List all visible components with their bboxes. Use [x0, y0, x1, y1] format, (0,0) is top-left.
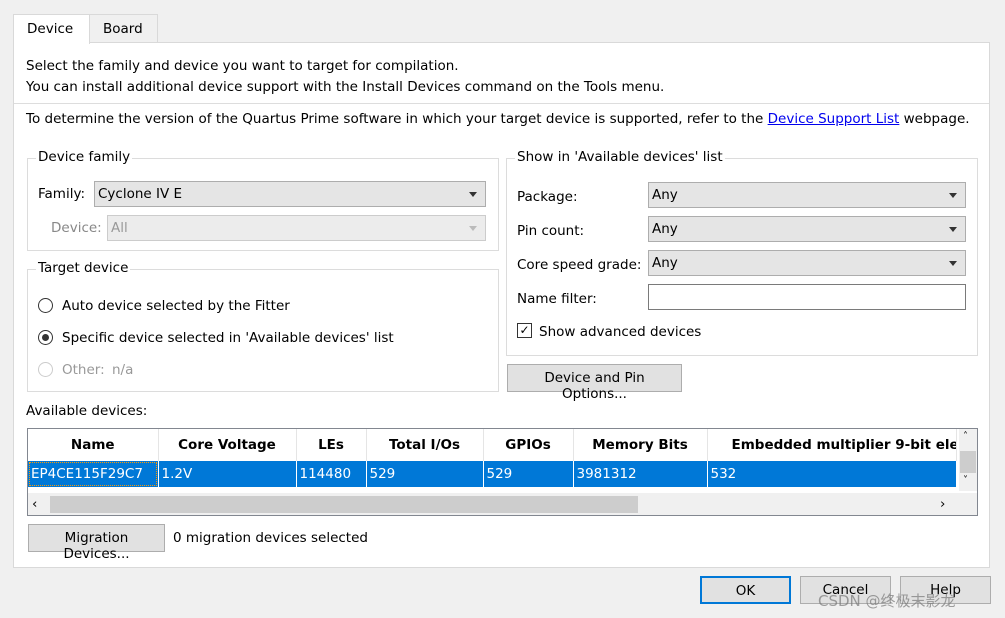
- device-pin-options-button[interactable]: Device and Pin Options...: [507, 364, 682, 402]
- intro-line-1: Select the family and device you want to…: [26, 58, 459, 74]
- table-row[interactable]: EP4CE115F29C7 1.2V 114480 529 529 398131…: [28, 461, 957, 487]
- speed-grade-select[interactable]: Any: [648, 250, 966, 276]
- intro-text: To determine the version of the Quartus …: [26, 111, 768, 127]
- checkbox-label: Show advanced devices: [539, 324, 702, 340]
- chevron-down-icon: [469, 226, 477, 231]
- tab-board[interactable]: Board: [89, 14, 158, 43]
- vertical-scrollbar[interactable]: ˄ ˅: [959, 429, 977, 491]
- radio-label: Specific device selected in 'Available d…: [62, 330, 394, 346]
- device-select[interactable]: All: [107, 215, 486, 241]
- device-panel: Select the family and device you want to…: [13, 42, 990, 568]
- device-support-list-link[interactable]: Device Support List: [768, 111, 900, 127]
- tab-label: Device: [27, 21, 74, 37]
- show-list-group: Show in 'Available devices' list Package…: [506, 149, 978, 356]
- watermark: CSDN @终极末影龙: [818, 592, 956, 610]
- intro-line-2: You can install additional device suppor…: [26, 79, 665, 95]
- column-header-embedded-multiplier[interactable]: Embedded multiplier 9-bit eleme: [707, 429, 957, 461]
- tab-device[interactable]: Device: [13, 14, 90, 44]
- name-filter-input[interactable]: [648, 284, 966, 310]
- divider: [14, 103, 989, 104]
- family-value: Cyclone IV E: [98, 186, 183, 202]
- horizontal-scroll-thumb[interactable]: [50, 496, 638, 513]
- radio-other[interactable]: [38, 362, 53, 377]
- cell-gpios: 529: [483, 461, 574, 487]
- chevron-down-icon: [949, 261, 957, 266]
- package-label: Package:: [517, 189, 578, 205]
- scroll-down-icon[interactable]: ˅: [963, 475, 968, 486]
- cell-embedded-multiplier: 532: [707, 461, 957, 487]
- ok-button[interactable]: OK: [700, 576, 791, 604]
- intro-line-3: To determine the version of the Quartus …: [26, 111, 970, 127]
- group-title: Show in 'Available devices' list: [515, 149, 725, 165]
- cell-name: EP4CE115F29C7: [28, 461, 159, 487]
- radio-specific-device[interactable]: [38, 330, 53, 345]
- tab-label: Board: [103, 21, 143, 37]
- family-label: Family:: [38, 186, 86, 202]
- scroll-up-icon[interactable]: ˄: [963, 431, 968, 442]
- cell-les: 114480: [296, 461, 367, 487]
- family-select[interactable]: Cyclone IV E: [94, 181, 486, 207]
- column-header-total-ios[interactable]: Total I/Os: [366, 429, 484, 461]
- column-header-core-voltage[interactable]: Core Voltage: [158, 429, 297, 461]
- vertical-scroll-thumb[interactable]: [960, 451, 976, 473]
- column-header-name[interactable]: Name: [28, 429, 159, 461]
- package-select[interactable]: Any: [648, 182, 966, 208]
- column-header-memory-bits[interactable]: Memory Bits: [573, 429, 708, 461]
- scroll-right-icon[interactable]: ›: [940, 496, 945, 512]
- device-value: All: [111, 220, 128, 236]
- scroll-left-icon[interactable]: ‹: [32, 496, 37, 512]
- chevron-down-icon: [949, 193, 957, 198]
- show-advanced-checkbox[interactable]: ✓: [517, 323, 532, 338]
- column-header-les[interactable]: LEs: [296, 429, 367, 461]
- pin-count-select[interactable]: Any: [648, 216, 966, 242]
- name-filter-label: Name filter:: [517, 291, 597, 307]
- migration-status: 0 migration devices selected: [173, 530, 368, 546]
- device-label: Device:: [51, 220, 102, 236]
- speed-grade-label: Core speed grade:: [517, 257, 642, 273]
- radio-label: Other:: [62, 362, 105, 378]
- column-header-gpios[interactable]: GPIOs: [483, 429, 574, 461]
- group-title: Target device: [36, 260, 131, 276]
- pin-count-label: Pin count:: [517, 223, 585, 239]
- available-devices-label: Available devices:: [26, 403, 148, 419]
- horizontal-scrollbar[interactable]: ‹ ›: [28, 493, 977, 515]
- chevron-down-icon: [949, 227, 957, 232]
- pin-count-value: Any: [652, 221, 678, 237]
- migration-devices-button[interactable]: Migration Devices...: [28, 524, 165, 562]
- target-device-group: Target device Auto device selected by th…: [27, 260, 499, 392]
- intro-text: webpage.: [899, 111, 970, 127]
- chevron-down-icon: [469, 192, 477, 197]
- speed-grade-value: Any: [652, 255, 678, 271]
- group-title: Device family: [36, 149, 133, 165]
- cell-core-voltage: 1.2V: [158, 461, 297, 487]
- cell-memory-bits: 3981312: [573, 461, 708, 487]
- device-family-group: Device family Family: Cyclone IV E Devic…: [27, 149, 499, 251]
- package-value: Any: [652, 187, 678, 203]
- available-devices-table: Name Core Voltage LEs Total I/Os GPIOs M…: [27, 428, 978, 516]
- cell-total-ios: 529: [366, 461, 484, 487]
- other-value: n/a: [112, 362, 134, 378]
- radio-auto-device[interactable]: [38, 298, 53, 313]
- radio-label: Auto device selected by the Fitter: [62, 298, 290, 314]
